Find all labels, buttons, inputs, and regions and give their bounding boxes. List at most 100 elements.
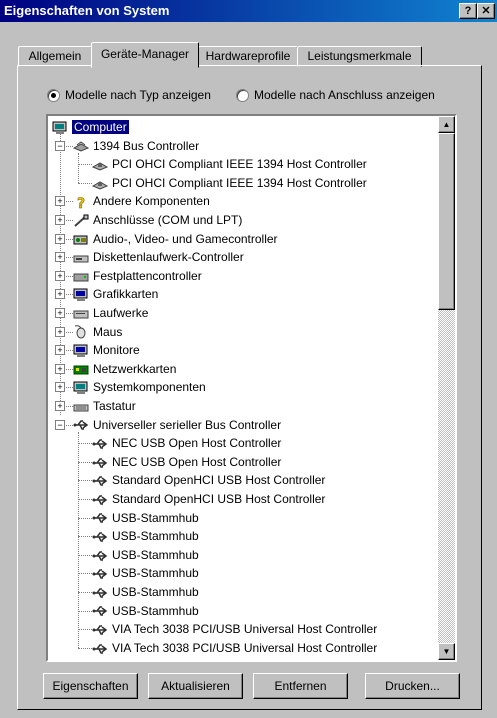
tree-item-label: 1394 Bus Controller [93,138,200,153]
tree-item-label: Netzwerkkarten [93,361,177,376]
collapse-toggle[interactable]: − [55,140,65,151]
tree-item-label: USB-Stammhub [112,547,199,562]
tree-item-label: Grafikkarten [93,287,159,302]
tree-item-label: Monitore [93,343,140,358]
tree-category-item[interactable]: Festplattencontroller [73,267,202,285]
tree-device-item[interactable]: VIA Tech 3038 PCI/USB Universal Host Con… [92,620,377,638]
expand-toggle[interactable]: + [55,252,65,263]
expand-toggle[interactable]: + [55,326,65,337]
tree-category-item[interactable]: Monitore [73,341,140,359]
tree-device-item[interactable]: USB-Stammhub [92,583,199,601]
radio-by-type-label: Modelle nach Typ anzeigen [65,88,211,102]
usb-icon [92,643,108,654]
expand-toggle[interactable]: + [55,270,65,281]
tree-category-item[interactable]: Laufwerke [73,304,148,322]
expand-toggle[interactable]: + [55,345,65,356]
keyboard-icon [73,404,89,412]
expand-toggle[interactable]: + [55,233,65,244]
view-option-by-type[interactable]: Modelle nach Typ anzeigen [47,88,211,102]
usb-icon [92,532,108,542]
scroll-thumb[interactable] [438,133,455,310]
tree-device-item[interactable]: VIA Tech 3038 PCI/USB Universal Host Con… [92,639,377,657]
tab-allgemein[interactable]: Allgemein [18,46,92,67]
tree-item-label: Andere Komponenten [93,194,210,209]
print-button[interactable]: Drucken... [365,673,460,699]
tree-category-item[interactable]: Anschlüsse (COM und LPT) [73,211,242,229]
expand-toggle[interactable]: + [55,215,65,225]
scroll-up-button[interactable]: ▲ [438,116,455,133]
tree-category-item[interactable]: Maus [73,323,122,341]
tab-hardwareprofile[interactable]: Hardwareprofile [198,46,298,67]
tree-device-item[interactable]: NEC USB Open Host Controller [92,453,281,471]
tree-item-label: VIA Tech 3038 PCI/USB Universal Host Con… [112,640,378,655]
tree-device-item[interactable]: USB-Stammhub [92,546,199,564]
tree-category-item[interactable]: Universeller serieller Bus Controller [73,416,281,434]
collapse-toggle[interactable]: − [55,419,65,430]
tree-category-item[interactable]: Netzwerkkarten [73,360,176,378]
tree-device-item[interactable]: Standard OpenHCI USB Host Controller [92,490,325,508]
radio-by-connection[interactable] [236,88,249,102]
tree-connector [78,443,92,445]
expand-toggle[interactable]: + [55,308,65,318]
tree-device-item[interactable]: Standard OpenHCI USB Host Controller [92,471,325,489]
tree-device-item[interactable]: USB-Stammhub [92,509,199,527]
tree-category-item[interactable]: Grafikkarten [73,285,158,303]
usb-icon [92,569,108,579]
properties-button[interactable]: Eigenschaften [43,673,138,699]
remove-button[interactable]: Entfernen [253,673,348,699]
port-icon [74,214,89,227]
tree-device-item[interactable]: PCI OHCI Compliant IEEE 1394 Host Contro… [92,174,367,192]
tree-device-item[interactable]: USB-Stammhub [92,564,199,582]
tree-category-item[interactable]: Tastatur [73,397,136,415]
tree-device-item[interactable]: NEC USB Open Host Controller [92,434,281,452]
mouse-icon [74,325,86,339]
tree-item-label: Maus [93,324,123,339]
tree-scrollbar[interactable]: ▲ ▼ [438,116,455,660]
tree-item-label: Standard OpenHCI USB Host Controller [112,473,326,488]
tree-device-item[interactable]: PCI OHCI Compliant IEEE 1394 Host Contro… [92,155,367,173]
tree-device-item[interactable]: USB-Stammhub [92,602,199,620]
tree-item-label: USB-Stammhub [112,603,199,618]
view-option-by-connection[interactable]: Modelle nach Anschluss anzeigen [236,88,435,102]
close-button[interactable]: ✕ [477,3,495,19]
title-bar: Eigenschaften von System ? ✕ [0,0,497,22]
expand-toggle[interactable]: + [55,401,65,411]
tree-connector [78,610,92,612]
network-icon [73,365,89,375]
monitor-icon [73,344,88,358]
tree-connector [78,164,92,166]
help-button[interactable]: ? [459,3,477,19]
tree-root-computer[interactable]: Computer [52,118,129,136]
tab-geraete-manager[interactable]: Geräte-Manager [91,42,199,68]
scroll-down-button[interactable]: ▼ [438,643,455,660]
expand-toggle[interactable]: + [55,196,65,207]
tree-category-item[interactable]: ? Andere Komponenten [73,192,210,210]
tree-connector [78,480,92,482]
tree-item-label: Laufwerke [93,306,149,320]
harddisk-icon [73,273,89,282]
refresh-button[interactable]: Aktualisieren [148,673,243,699]
tree-category-item[interactable]: Diskettenlaufwerk-Controller [73,248,244,266]
usb-icon [92,625,108,635]
branch-line-1394 [78,152,79,183]
tree-connector [78,554,92,556]
usb-icon [92,588,108,598]
tree-item-label: PCI OHCI Compliant IEEE 1394 Host Contro… [112,157,367,172]
tree-item-label: VIA Tech 3038 PCI/USB Universal Host Con… [112,622,378,637]
expand-toggle[interactable]: + [55,289,65,300]
device-tree[interactable]: Computer −1394 Bus Controller PCI OHCI Com… [46,114,457,662]
expand-toggle[interactable]: + [55,382,65,393]
tree-connector [78,182,92,184]
tree-connector [78,629,92,631]
tree-root-label: Computer [72,120,129,134]
tree-category-item[interactable]: Audio-, Video- und Gamecontroller [73,230,278,248]
tree-item-label: USB-Stammhub [112,529,199,544]
tree-item-label: NEC USB Open Host Controller [112,436,282,451]
tree-category-item[interactable]: 1394 Bus Controller [73,137,199,155]
branch-line-usb [78,431,79,648]
radio-by-type[interactable] [47,88,60,102]
expand-toggle[interactable]: + [55,363,65,374]
tab-leistungsmerkmale[interactable]: Leistungsmerkmale [297,46,422,67]
tree-category-item[interactable]: Systemkomponenten [73,378,206,396]
tree-device-item[interactable]: USB-Stammhub [92,527,199,545]
